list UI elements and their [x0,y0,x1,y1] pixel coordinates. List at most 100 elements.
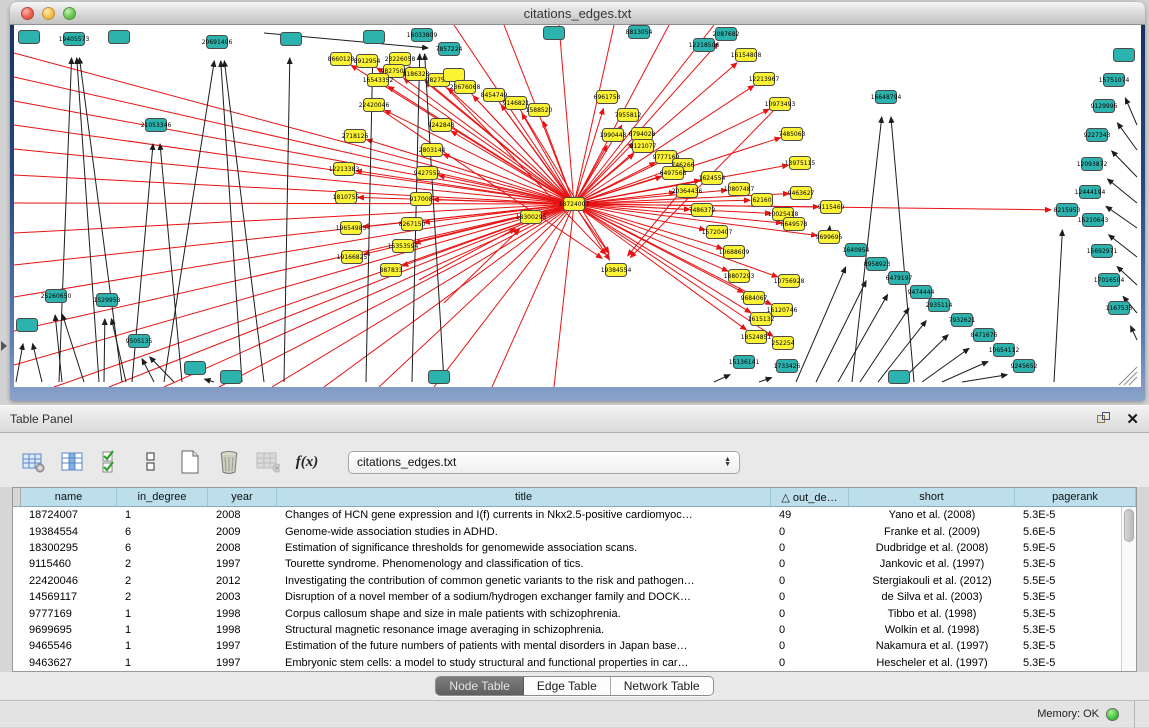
network-node[interactable]: 1990448 [600,129,627,142]
network-node[interactable] [17,319,38,332]
network-node[interactable]: 15720407 [702,226,733,239]
network-node[interactable]: 13975115 [785,157,816,170]
node-table[interactable]: name in_degree year title △ out_de… shor… [12,487,1137,672]
network-node[interactable]: 887833 [380,264,403,277]
network-node[interactable]: 7485063 [779,128,806,141]
network-node[interactable]: 16154808 [731,49,762,62]
network-node[interactable] [109,31,130,44]
network-node[interactable]: 16648794 [871,91,902,104]
network-node[interactable]: 12218506 [689,39,720,52]
table-row[interactable]: 1938455462009Genome-wide association stu… [13,523,1121,539]
network-node[interactable]: 6794028 [629,128,656,141]
network-node[interactable]: 6479197 [886,272,913,285]
tab-node-table[interactable]: Node Table [436,677,524,695]
network-node[interactable]: 8471676 [971,329,998,342]
network-node[interactable] [889,371,910,384]
network-node[interactable]: 9115460 [818,201,845,214]
network-node[interactable]: 7486372 [689,204,716,217]
network-node[interactable]: 19405573 [59,33,90,46]
network-node[interactable]: 10807487 [724,183,755,196]
network-node[interactable]: 17016504 [1094,274,1125,287]
column-header-in-degree[interactable]: in_degree [117,488,208,506]
network-node[interactable] [185,362,206,375]
network-node[interactable]: 23226058 [385,53,416,66]
network-node[interactable]: 10973493 [765,98,796,111]
tab-network-table[interactable]: Network Table [611,677,713,695]
network-node[interactable]: 20364436 [672,185,703,198]
network-node[interactable]: 12213967 [749,73,780,86]
network-canvas[interactable]: 8660128891295423226058982750916543352818… [14,25,1141,387]
network-node[interactable] [364,31,385,44]
network-node[interactable]: 9227343 [1084,129,1111,142]
column-header-short[interactable]: short [849,488,1015,506]
function-builder-icon[interactable]: f(x) [295,450,319,474]
network-node[interactable]: 9427552 [414,167,441,180]
network-node[interactable]: 12093872 [1077,158,1108,171]
network-node[interactable]: 9245652 [1011,360,1038,373]
network-node[interactable]: 9129996 [1091,100,1118,113]
network-node[interactable]: 20691406 [202,36,233,49]
network-node[interactable]: 25260650 [41,290,72,303]
network-node[interactable]: 9242848 [428,119,455,132]
row-selection-checklist-icon[interactable] [100,450,124,474]
network-node[interactable]: 9684067 [741,292,768,305]
network-node[interactable]: 6961758 [594,91,621,104]
network-node[interactable]: 2803144 [419,144,446,157]
network-node[interactable]: 10654112 [989,344,1020,357]
network-node[interactable]: 2935114 [926,299,953,312]
network-node[interactable]: 1733426 [774,360,801,373]
network-node[interactable]: 16210643 [1078,214,1109,227]
network-node[interactable] [19,31,40,44]
network-node[interactable]: 15353594 [388,240,419,253]
network-node[interactable]: 18807293 [724,270,755,283]
network-node[interactable]: 7955812 [615,109,642,122]
network-node[interactable]: 19654985 [336,222,367,235]
table-row[interactable]: 2242004622012Investigating the contribut… [13,573,1121,589]
network-node[interactable]: 1810755 [333,191,360,204]
scrollbar-thumb[interactable] [1124,509,1134,542]
column-visibility-icon[interactable] [61,450,85,474]
network-node[interactable]: 1529958 [94,294,121,307]
network-node[interactable]: 15692971 [1087,245,1118,258]
column-header-name[interactable]: name [21,488,117,506]
table-row[interactable]: 969969511998Structural magnetic resonanc… [13,622,1121,638]
network-node[interactable]: 16543352 [363,74,394,87]
network-node[interactable] [221,371,242,384]
new-table-icon[interactable] [178,450,202,474]
network-node[interactable]: 8813054 [626,26,653,39]
network-node[interactable]: 6497568 [660,167,687,180]
panel-collapse-arrow-icon[interactable] [1,341,7,351]
network-node[interactable]: 18300295 [516,211,547,224]
network-node[interactable] [1114,49,1135,62]
network-node[interactable]: 19166825 [337,251,368,264]
network-node[interactable]: 8958923 [864,258,891,271]
table-row[interactable]: 977716911998Corpus callosum shape and si… [13,605,1121,621]
network-node[interactable]: 21053346 [141,119,172,132]
network-node[interactable] [429,371,450,384]
network-node[interactable]: 1588520 [526,104,553,117]
network-node[interactable]: 8215953 [1054,204,1081,217]
table-body[interactable]: 1872400712008Changes of HCN gene express… [13,507,1121,671]
table-row[interactable]: 1456911722003Disruption of a novel membe… [13,589,1121,605]
table-settings-icon[interactable] [22,450,46,474]
network-node[interactable]: 10688609 [719,246,750,259]
memory-status-indicator[interactable] [1106,708,1119,721]
citation-network-graph[interactable]: 8660128891295423226058982750916543352818… [14,25,1141,387]
network-node[interactable]: 12444194 [1075,186,1106,199]
network-node[interactable]: 9474444 [908,286,935,299]
tab-edge-table[interactable]: Edge Table [524,677,611,695]
network-node[interactable]: 16033809 [407,29,438,42]
network-node[interactable]: 1624554 [699,172,726,185]
network-node[interactable] [444,69,465,82]
table-row[interactable]: 1830029562008Estimation of significance … [13,540,1121,556]
network-node[interactable]: 12213383 [329,163,360,176]
network-node[interactable]: 15751074 [1099,74,1130,87]
network-node[interactable]: 252254 [772,337,795,350]
network-node[interactable]: 7932621 [949,314,976,327]
column-header-year[interactable]: year [208,488,277,506]
network-node[interactable]: 1640954 [843,244,870,257]
network-view-window[interactable]: citations_edges.txt 86601288912954232260… [10,2,1145,401]
network-node[interactable]: 7857224 [436,43,463,56]
table-row[interactable]: 946362711997Embryonic stem cells: a mode… [13,655,1121,671]
network-window-titlebar[interactable]: citations_edges.txt [10,2,1145,25]
